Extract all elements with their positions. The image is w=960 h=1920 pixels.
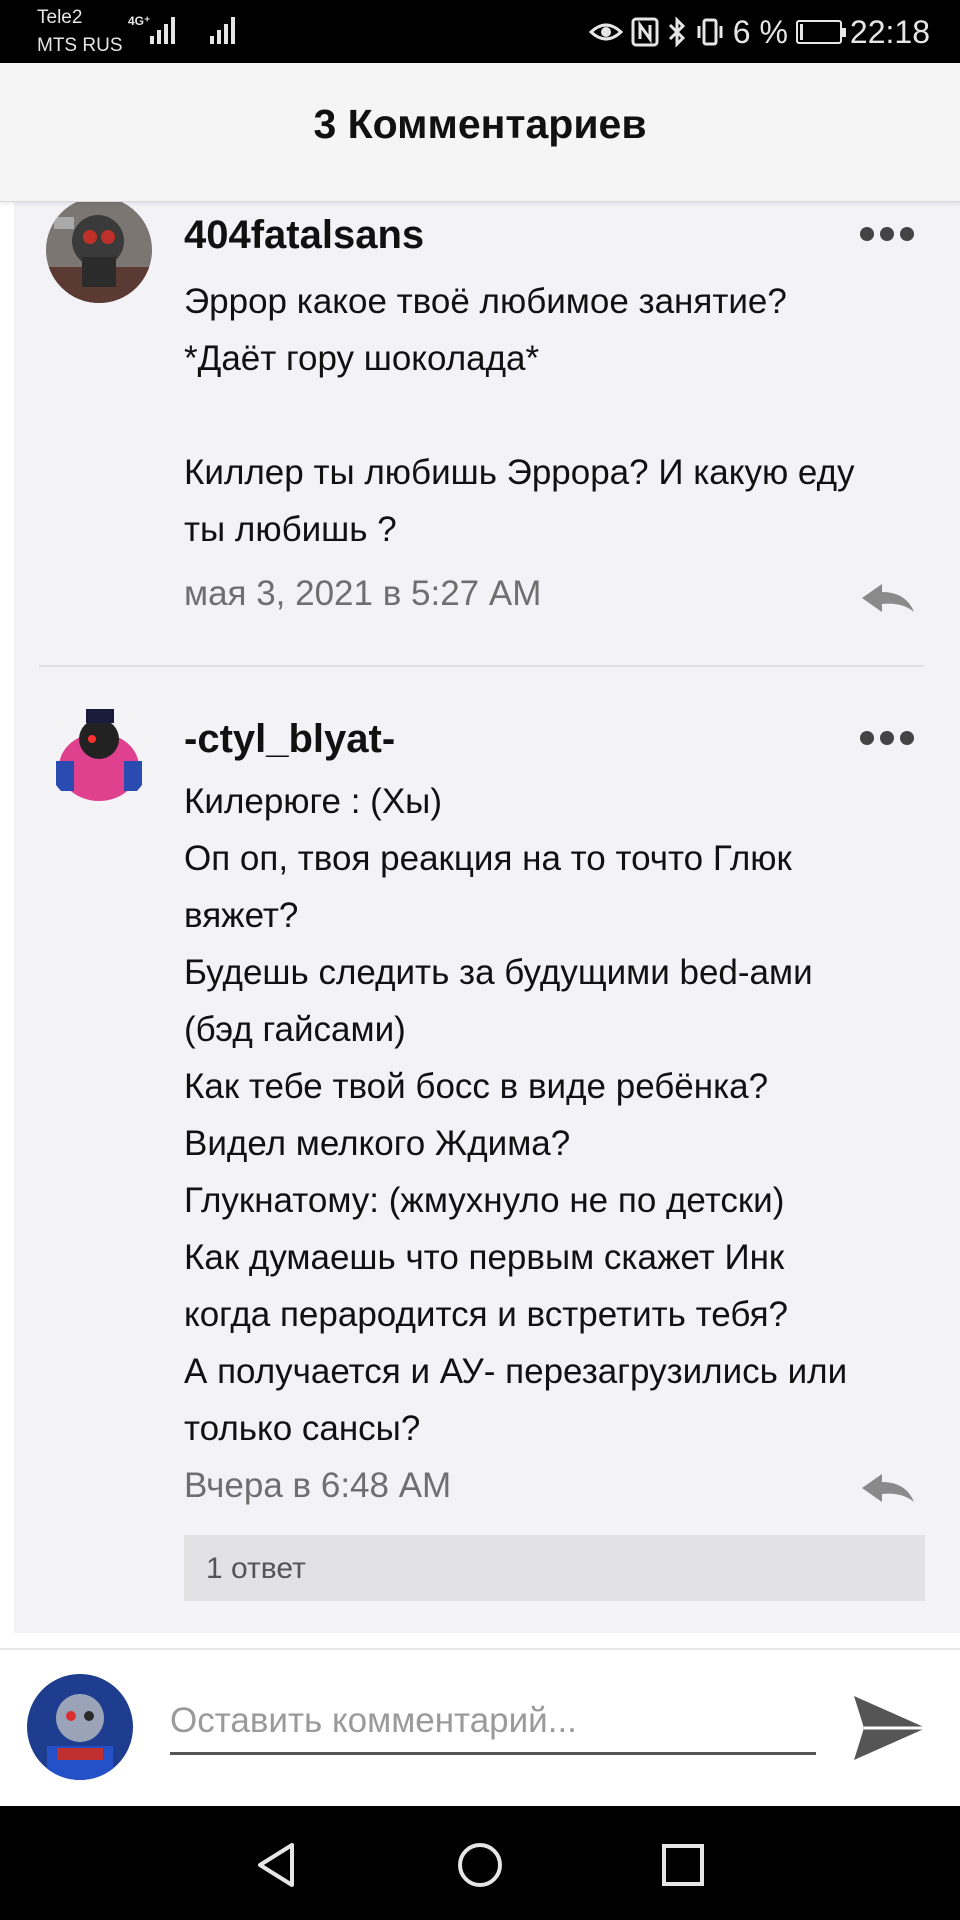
comment-text: Килерюге : (Хы) Оп оп, твоя реакция на т… <box>184 782 848 1448</box>
status-icons: 6 % 22:18 <box>588 12 930 52</box>
eye-icon <box>588 23 623 41</box>
comment-timestamp: мая 3, 2021 в 5:27 AM <box>184 574 542 613</box>
home-icon[interactable] <box>455 1840 505 1890</box>
carrier-primary: Tele2 <box>37 7 83 28</box>
avatar <box>27 1674 133 1780</box>
reply-icon[interactable] <box>858 578 918 618</box>
comment-username[interactable]: -ctyl_blyat- <box>184 717 395 762</box>
avatar[interactable] <box>46 701 152 807</box>
status-bar: Tele2 MTS RUS 4G⁺ 6 % 22:18 <box>0 0 960 63</box>
nfc-icon <box>631 17 659 47</box>
comment-composer <box>0 1648 960 1808</box>
comment-username[interactable]: 404fatalsans <box>184 213 424 258</box>
bluetooth-icon <box>668 16 685 48</box>
page-title: 3 Комментариев <box>313 101 647 147</box>
divider <box>39 665 924 667</box>
send-icon[interactable] <box>852 1690 928 1766</box>
more-options-icon[interactable] <box>860 227 914 241</box>
comment-list[interactable]: 404fatalsans Эррор какое твоё любимое за… <box>14 197 960 1633</box>
signal-icon <box>210 16 235 44</box>
comment-input[interactable] <box>170 1690 816 1755</box>
header-bar: 3 Комментариев <box>0 63 960 202</box>
comment-text: Эррор какое твоё любимое занятие? *Даёт … <box>184 282 855 549</box>
avatar[interactable] <box>46 197 152 303</box>
carrier-secondary: MTS RUS <box>37 35 123 56</box>
battery-percent: 6 % <box>732 13 788 50</box>
comment-timestamp: Вчера в 6:48 AM <box>184 1466 452 1505</box>
replies-count: 1 ответ <box>206 1552 306 1585</box>
navigation-bar <box>0 1806 960 1920</box>
reply-icon[interactable] <box>858 1468 918 1508</box>
view-replies-button[interactable]: 1 ответ <box>184 1535 925 1601</box>
battery-icon <box>795 20 846 44</box>
more-options-icon[interactable] <box>860 731 914 745</box>
signal-icon <box>150 16 175 44</box>
back-icon[interactable] <box>252 1840 302 1890</box>
recents-icon[interactable] <box>658 1840 708 1890</box>
vibrate-icon <box>697 18 723 46</box>
clock: 22:18 <box>849 13 930 50</box>
network-type: 4G⁺ <box>128 14 151 28</box>
